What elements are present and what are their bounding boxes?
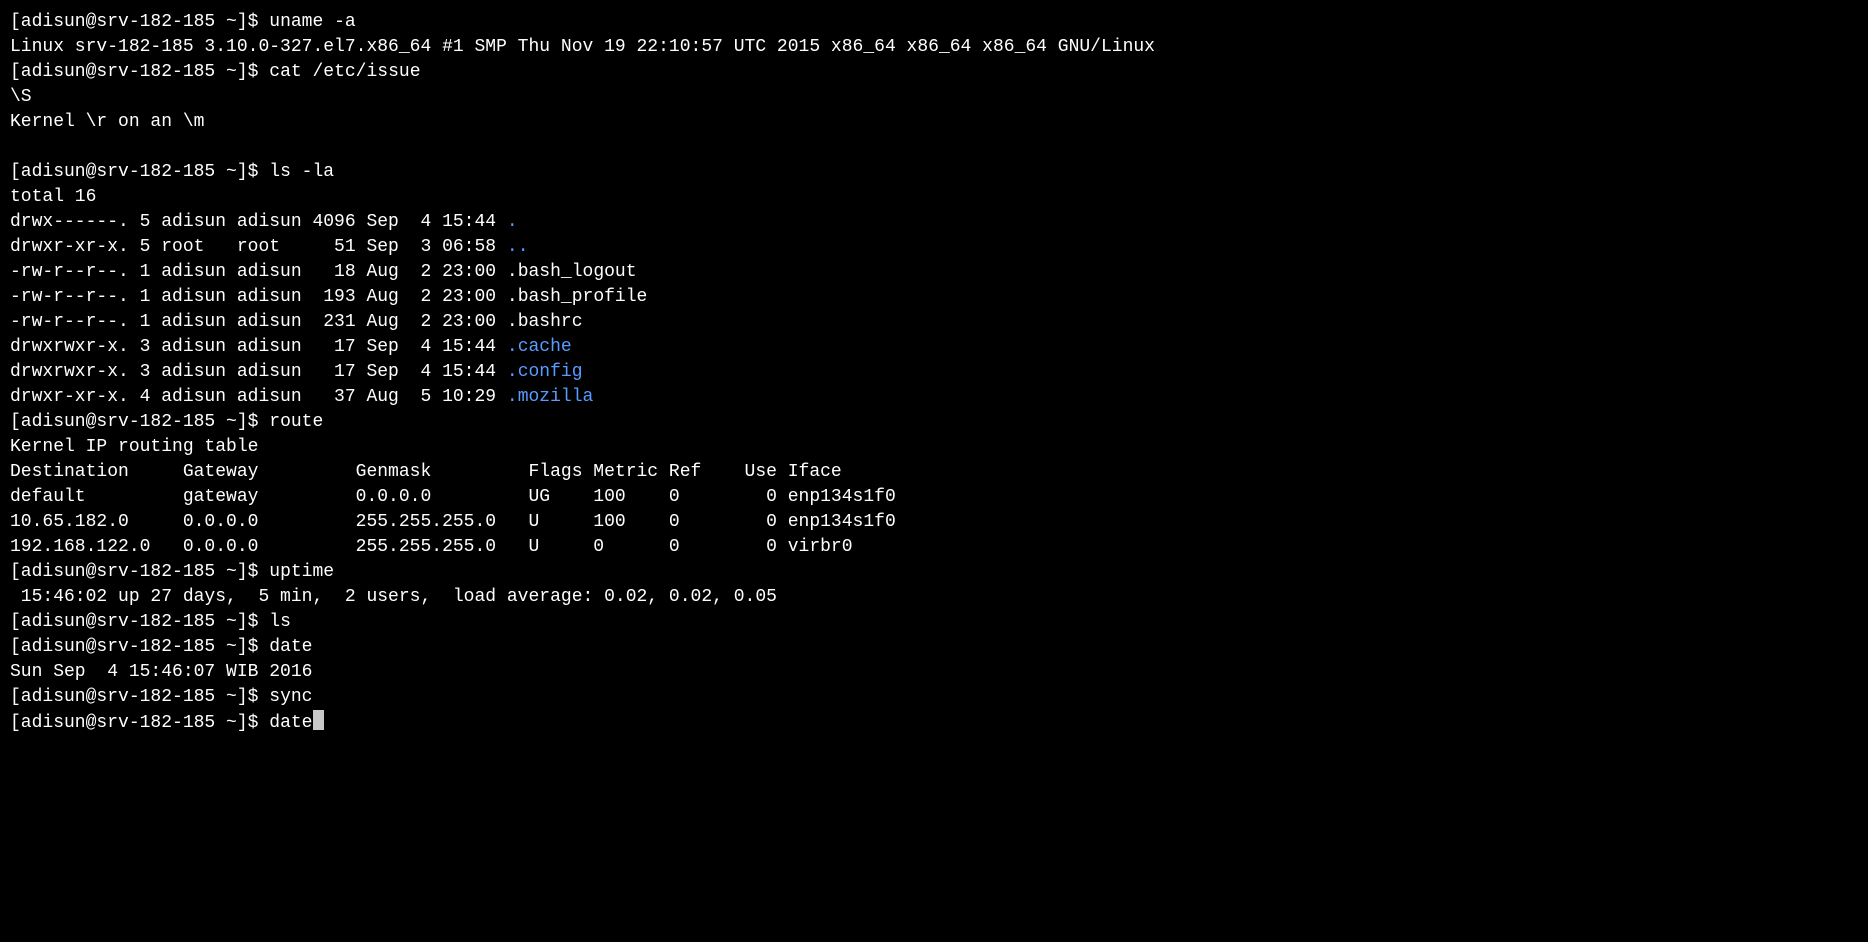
route-title: Kernel IP routing table bbox=[10, 437, 258, 457]
cmd3-prompt: [adisun@srv-182-185 ~]$ bbox=[10, 162, 258, 182]
ls-row: -rw-r--r--. 1 adisun adisun 193 Aug 2 23… bbox=[10, 287, 496, 307]
ls-name-bashrc: .bashrc bbox=[507, 312, 583, 332]
route-row: default gateway 0.0.0.0 UG 100 0 0 enp13… bbox=[10, 487, 896, 507]
route-header: Destination Gateway Genmask Flags Metric… bbox=[10, 462, 842, 482]
cmd9-input: date bbox=[269, 713, 312, 733]
ls-total: total 16 bbox=[10, 187, 96, 207]
cmd5-prompt: [adisun@srv-182-185 ~]$ bbox=[10, 562, 258, 582]
cmd2-prompt: [adisun@srv-182-185 ~]$ bbox=[10, 62, 258, 82]
cmd1-prompt: [adisun@srv-182-185 ~]$ bbox=[10, 12, 258, 32]
ls-name-dotdot: .. bbox=[507, 237, 529, 257]
ls-name-bash-logout: .bash_logout bbox=[507, 262, 637, 282]
ls-row: -rw-r--r--. 1 adisun adisun 18 Aug 2 23:… bbox=[10, 262, 496, 282]
cmd8-input: sync bbox=[269, 687, 312, 707]
ls-name-mozilla: .mozilla bbox=[507, 387, 593, 407]
route-row: 10.65.182.0 0.0.0.0 255.255.255.0 U 100 … bbox=[10, 512, 896, 532]
uptime-output: 15:46:02 up 27 days, 5 min, 2 users, loa… bbox=[10, 587, 777, 607]
cmd7-prompt: [adisun@srv-182-185 ~]$ bbox=[10, 637, 258, 657]
cmd1-output: Linux srv-182-185 3.10.0-327.el7.x86_64 … bbox=[10, 37, 1155, 57]
terminal[interactable]: [adisun@srv-182-185 ~]$ uname -a Linux s… bbox=[0, 0, 1868, 811]
cmd3-input: ls -la bbox=[269, 162, 334, 182]
cursor-icon bbox=[313, 710, 324, 730]
cmd5-input: uptime bbox=[269, 562, 334, 582]
ls-row: drwx------. 5 adisun adisun 4096 Sep 4 1… bbox=[10, 212, 496, 232]
cmd4-prompt: [adisun@srv-182-185 ~]$ bbox=[10, 412, 258, 432]
cmd9-prompt: [adisun@srv-182-185 ~]$ bbox=[10, 713, 258, 733]
cmd2-output-line2: Kernel \r on an \m bbox=[10, 112, 204, 132]
cmd4-input: route bbox=[269, 412, 323, 432]
ls-row: drwxr-xr-x. 5 root root 51 Sep 3 06:58 bbox=[10, 237, 496, 257]
route-row: 192.168.122.0 0.0.0.0 255.255.255.0 U 0 … bbox=[10, 537, 853, 557]
ls-name-cache: .cache bbox=[507, 337, 572, 357]
cmd7-input: date bbox=[269, 637, 312, 657]
date-output: Sun Sep 4 15:46:07 WIB 2016 bbox=[10, 662, 312, 682]
cmd8-prompt: [adisun@srv-182-185 ~]$ bbox=[10, 687, 258, 707]
ls-name-bash-profile: .bash_profile bbox=[507, 287, 647, 307]
ls-row: drwxrwxr-x. 3 adisun adisun 17 Sep 4 15:… bbox=[10, 337, 496, 357]
cmd2-input: cat /etc/issue bbox=[269, 62, 420, 82]
ls-row: drwxr-xr-x. 4 adisun adisun 37 Aug 5 10:… bbox=[10, 387, 496, 407]
ls-row: -rw-r--r--. 1 adisun adisun 231 Aug 2 23… bbox=[10, 312, 496, 332]
cmd2-output-line1: \S bbox=[10, 87, 32, 107]
ls-name-dot: . bbox=[507, 212, 518, 232]
ls-name-config: .config bbox=[507, 362, 583, 382]
cmd1-input: uname -a bbox=[269, 12, 355, 32]
cmd6-prompt: [adisun@srv-182-185 ~]$ bbox=[10, 612, 258, 632]
ls-row: drwxrwxr-x. 3 adisun adisun 17 Sep 4 15:… bbox=[10, 362, 496, 382]
cmd6-input: ls bbox=[269, 612, 291, 632]
